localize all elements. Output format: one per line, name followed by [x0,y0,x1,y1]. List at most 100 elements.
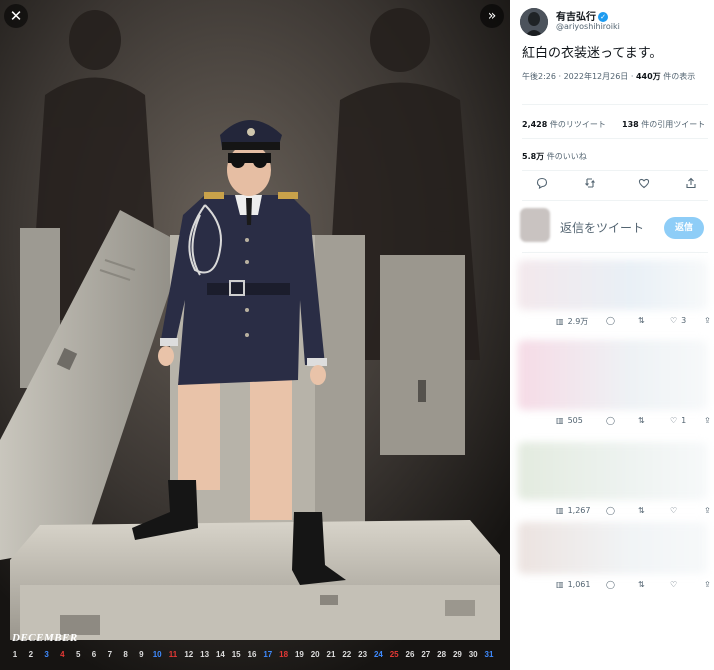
retweet-icon-glyph: ⇅ [638,316,645,325]
share-icon[interactable]: ⇪ [704,316,711,325]
retweet-icon[interactable]: ⇅ [638,506,645,515]
calendar-day: 14 [215,650,225,659]
calendar-day: 26 [405,650,415,659]
divider [522,104,708,105]
quotes-stat[interactable]: 138 件の引用ツイート [622,119,705,130]
media-panel: ✕ » DECEMBER 1 2 3 4 5 6 7 8 9 10 11 12 13 14 15 16 17 18… [0,0,510,670]
calendar-day: 11 [168,650,178,659]
close-icon[interactable]: ✕ [4,4,28,28]
calendar-day: 19 [294,650,304,659]
divider [522,170,708,171]
reply-icon[interactable] [532,176,552,196]
calendar-day: 20 [310,650,320,659]
like-icon-glyph: ♡ [670,580,678,589]
list-item[interactable]: ▥ 1,061 ◯ ⇅ ♡ ⇪ [510,520,714,602]
retweets-stat[interactable]: 2,428 件のリツイート [522,119,606,130]
reply-icon[interactable]: ◯ [606,316,615,325]
calendar-day: 23 [358,650,368,659]
share-icon-glyph: ⇪ [704,416,711,425]
reply-input[interactable]: 返信をツイート [560,219,644,236]
calendar-day: 25 [389,650,399,659]
reply-icon-glyph: ◯ [606,416,615,425]
likes-count: 1 [681,416,687,425]
tweet-panel: 有吉弘行 ✓ @ariyoshihiroiki 紅白の衣装迷ってます。 午後2:2… [510,0,714,670]
views-icon-glyph: ▥ [556,506,564,515]
author-handle[interactable]: @ariyoshihiroiki [556,22,620,31]
blurred-reply-content [518,340,708,410]
avatar [520,208,550,242]
retweet-icon[interactable]: ⇅ [638,316,645,325]
retweet-icon[interactable] [580,176,600,196]
reply-icon[interactable]: ◯ [606,506,615,515]
calendar-day: 18 [279,650,289,659]
blurred-reply-content [518,442,708,500]
likes-count: 3 [681,316,687,325]
likes-label: 件のいいね [544,152,587,161]
divider [522,200,708,201]
tweet-author[interactable]: 有吉弘行 ✓ @ariyoshihiroiki [518,6,708,36]
views-icon[interactable]: ▥ 1,267 [556,506,590,515]
share-icon-glyph: ⇪ [704,316,711,325]
quotes-label: 件の引用ツイート [638,120,706,129]
like-icon-glyph: ♡ [670,506,678,515]
share-icon-glyph: ⇪ [704,580,711,589]
views-icon[interactable]: ▥ 1,061 [556,580,590,589]
calendar-day: 5 [75,650,81,659]
tweet-views-label: 件の表示 [660,72,696,81]
tweet-views-count: 440万 [635,72,661,81]
tweet-time[interactable]: 午後2:26 · 2022年12月26日 · [522,72,636,81]
verified-icon: ✓ [598,12,608,22]
reply-actions: ▥ 1,061 ◯ ⇅ ♡ ⇪ [556,580,714,594]
calendar-day: 8 [123,650,128,659]
tweet-text: 紅白の衣装迷ってます。 [522,46,663,61]
likes-count: 5.8万 [522,152,545,161]
retweet-icon-glyph: ⇅ [638,580,645,589]
avatar[interactable] [520,8,548,36]
tweet-actions [522,176,708,196]
retweets-label: 件のリツイート [547,120,606,129]
retweet-icon-glyph: ⇅ [638,506,645,515]
calendar-day: 15 [231,650,241,659]
list-item[interactable]: ▥ 1,267 ◯ ⇅ ♡ ⇪ [510,440,714,528]
list-item[interactable]: ▥ 2.9万 ◯ ⇅ ♡ 3 ⇪ [510,258,714,338]
views-count: 505 [567,416,583,425]
like-icon[interactable] [634,176,654,196]
views-icon-glyph: ▥ [556,416,564,425]
retweet-icon[interactable]: ⇅ [638,580,645,589]
share-icon[interactable]: ⇪ [704,580,711,589]
views-icon-glyph: ▥ [556,580,564,589]
like-icon[interactable]: ♡ [670,506,677,515]
calendar-day: 16 [247,650,257,659]
reply-button[interactable]: 返信 [664,217,704,239]
reply-icon[interactable]: ◯ [606,580,615,589]
calendar-day: 22 [342,650,352,659]
views-count: 1,267 [567,506,591,515]
share-icon[interactable] [681,176,701,196]
views-icon[interactable]: ▥ 2.9万 [556,316,588,327]
views-count: 1,061 [567,580,591,589]
views-icon-glyph: ▥ [556,317,564,326]
share-icon[interactable]: ⇪ [704,506,711,515]
expand-icon[interactable]: » [480,4,504,28]
like-icon[interactable]: ♡ 1 [670,416,686,425]
blurred-reply-content [518,522,708,574]
retweet-icon-glyph: ⇅ [638,416,645,425]
likes-stat[interactable]: 5.8万 件のいいね [522,151,587,162]
calendar-day: 29 [452,650,462,659]
reply-icon-glyph: ◯ [606,316,615,325]
like-icon[interactable]: ♡ 3 [670,316,686,325]
reply-icon[interactable]: ◯ [606,416,615,425]
like-icon[interactable]: ♡ [670,580,677,589]
reply-actions: ▥ 505 ◯ ⇅ ♡ 1 ⇪ [556,416,714,430]
divider [522,252,708,253]
list-item[interactable]: ▥ 505 ◯ ⇅ ♡ 1 ⇪ [510,338,714,438]
avatar-image [520,8,548,36]
quotes-count: 138 [622,120,639,129]
views-icon[interactable]: ▥ 505 [556,416,583,425]
share-icon[interactable]: ⇪ [704,416,711,425]
retweet-icon[interactable]: ⇅ [638,416,645,425]
like-icon-glyph: ♡ [670,416,678,425]
calendar-day: 17 [263,650,273,659]
author-name[interactable]: 有吉弘行 ✓ [556,8,608,23]
reply-icon-glyph: ◯ [606,580,615,589]
